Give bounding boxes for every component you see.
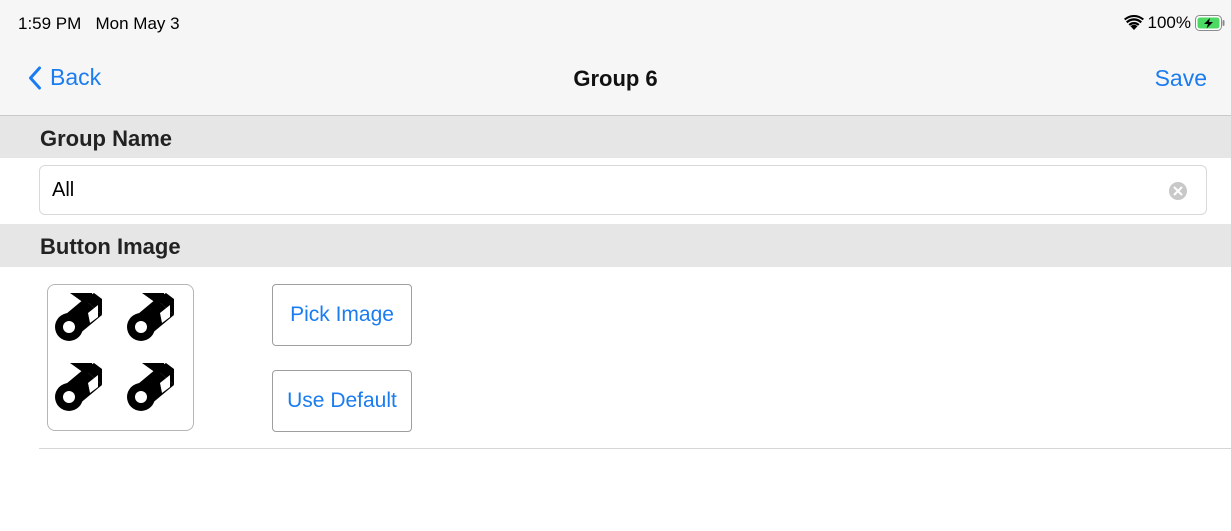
page-title: Group 6 (573, 66, 658, 91)
wifi-icon (1123, 15, 1144, 30)
film-rolls-icon (55, 293, 174, 411)
section-header-group-name: Group Name (0, 116, 1231, 158)
button-image-preview (47, 284, 194, 431)
button-image-header-label: Button Image (40, 234, 181, 259)
battery-charging-icon (1195, 15, 1225, 31)
section-header-button-image: Button Image (0, 224, 1231, 267)
group-name-field[interactable] (39, 165, 1207, 215)
status-indicators: 100% (1123, 13, 1225, 33)
clear-icon[interactable] (1168, 181, 1188, 201)
status-bar: 1:59 PM Mon May 3 100% (0, 0, 1231, 46)
navigation-bar: Back Group 6 Save (0, 46, 1231, 116)
group-name-input[interactable] (52, 178, 1152, 202)
status-date-text: Mon May 3 (95, 14, 180, 33)
pick-image-button[interactable]: Pick Image (272, 284, 412, 346)
divider (39, 448, 1231, 449)
use-default-button[interactable]: Use Default (272, 370, 412, 432)
save-button[interactable]: Save (1155, 65, 1207, 92)
status-time: 1:59 PM Mon May 3 (18, 14, 180, 34)
group-name-header-label: Group Name (40, 126, 173, 151)
battery-percent: 100% (1147, 13, 1191, 32)
status-time-text: 1:59 PM (18, 14, 82, 33)
